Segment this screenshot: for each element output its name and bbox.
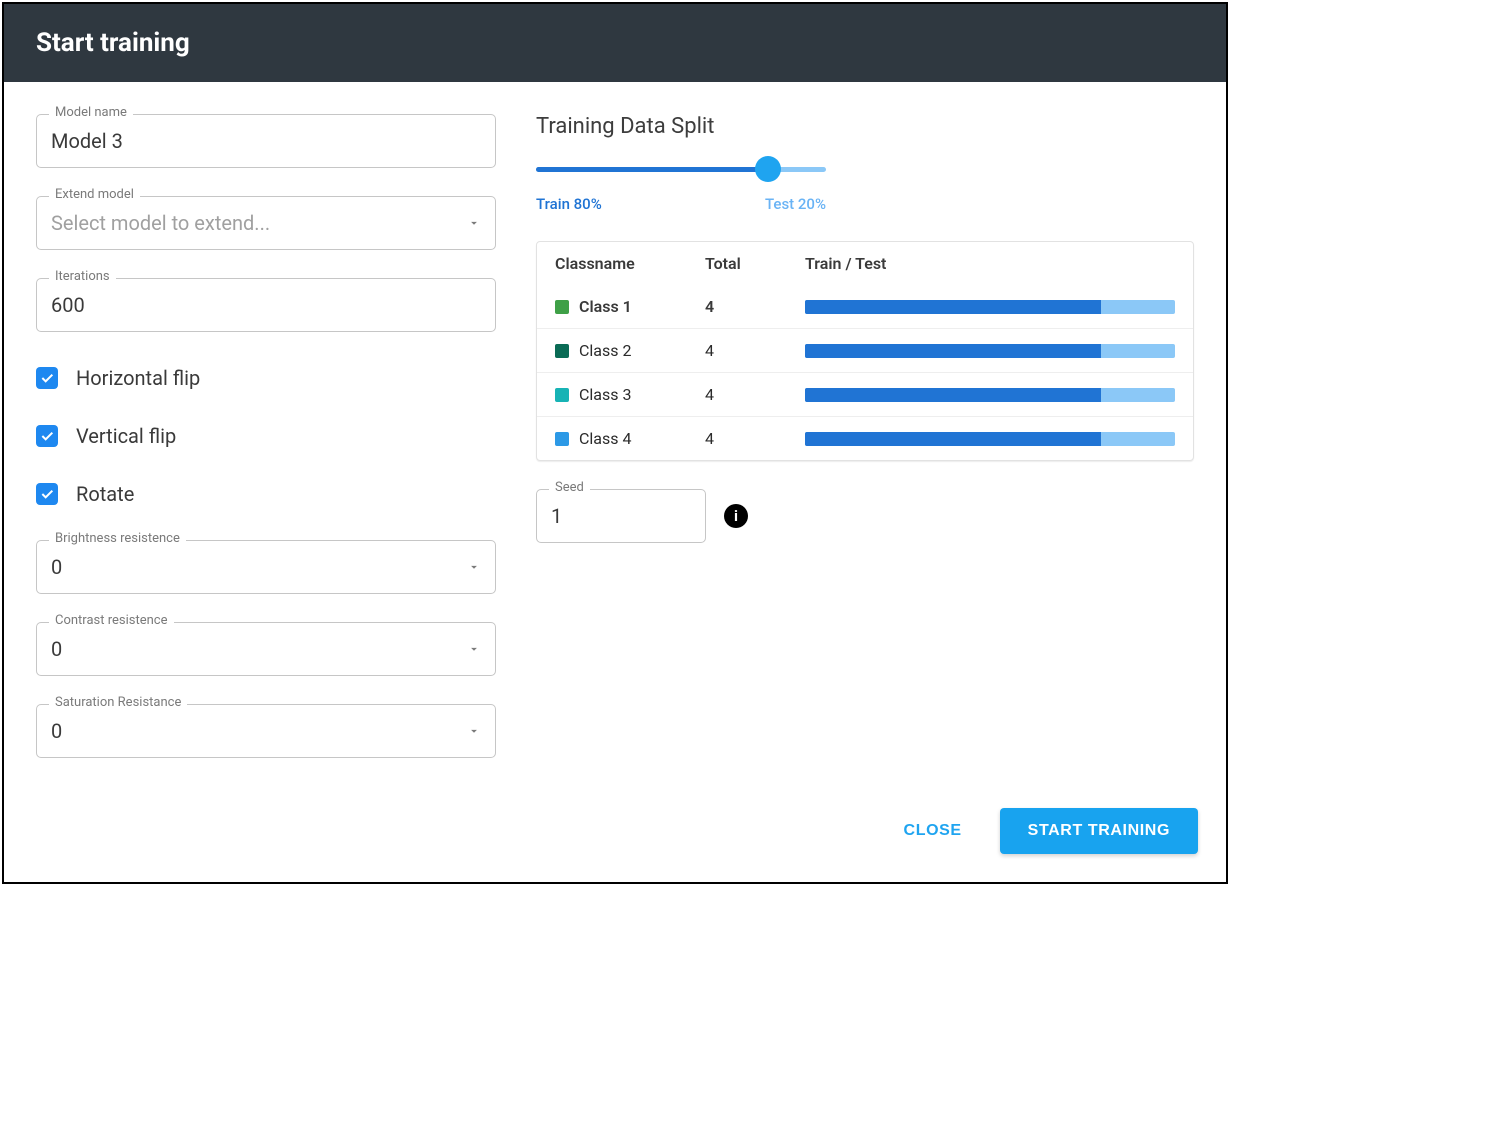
checkbox-checked-icon xyxy=(36,425,58,447)
slider-thumb-icon[interactable] xyxy=(755,156,781,182)
chevron-down-icon xyxy=(467,637,481,661)
train-test-bar xyxy=(805,300,1175,314)
horizontal-flip-label: Horizontal flip xyxy=(76,366,200,390)
class-color-swatch xyxy=(555,344,569,358)
table-header-row: Classname Total Train / Test xyxy=(537,242,1193,285)
split-title: Training Data Split xyxy=(536,114,1194,139)
horizontal-flip-checkbox[interactable]: Horizontal flip xyxy=(36,366,496,390)
class-name-label: Class 3 xyxy=(579,385,631,404)
train-percent-label: Train 80% xyxy=(536,195,602,213)
saturation-resistance-select[interactable]: Saturation Resistance 0 xyxy=(36,704,496,758)
seed-label: Seed xyxy=(549,480,590,495)
iterations-label: Iterations xyxy=(49,269,116,284)
table-row: Class 3 4 xyxy=(537,372,1193,416)
chevron-down-icon xyxy=(467,719,481,743)
class-name-cell: Class 1 xyxy=(555,297,705,316)
rotate-checkbox[interactable]: Rotate xyxy=(36,482,496,506)
seed-field[interactable]: Seed 1 xyxy=(536,489,706,543)
contrast-label: Contrast resistence xyxy=(49,613,174,628)
class-name-label: Class 1 xyxy=(579,297,632,316)
extend-model-label: Extend model xyxy=(49,187,140,202)
model-name-field[interactable]: Model name Model 3 xyxy=(36,114,496,168)
table-row: Class 2 4 xyxy=(537,328,1193,372)
vertical-flip-checkbox[interactable]: Vertical flip xyxy=(36,424,496,448)
dialog-title: Start training xyxy=(4,4,1226,82)
class-total: 4 xyxy=(705,385,805,404)
class-name-cell: Class 2 xyxy=(555,341,705,360)
vertical-flip-label: Vertical flip xyxy=(76,424,176,448)
class-name-label: Class 2 xyxy=(579,341,631,360)
right-column: Training Data Split Train 80% Test 20% C… xyxy=(536,114,1194,758)
brightness-value: 0 xyxy=(51,555,62,579)
class-total: 4 xyxy=(705,297,805,316)
class-color-swatch xyxy=(555,432,569,446)
left-column: Model name Model 3 Extend model Select m… xyxy=(36,114,496,758)
dialog-footer: CLOSE START TRAINING xyxy=(4,790,1226,882)
extend-model-select[interactable]: Extend model Select model to extend... xyxy=(36,196,496,250)
class-name-cell: Class 3 xyxy=(555,385,705,404)
augmentation-checkboxes: Horizontal flip Vertical flip Rotate xyxy=(36,366,496,506)
seed-row: Seed 1 i xyxy=(536,489,1194,543)
extend-model-placeholder: Select model to extend... xyxy=(51,211,270,235)
train-bar-fill xyxy=(805,344,1101,358)
model-name-value: Model 3 xyxy=(51,129,123,153)
train-test-bar xyxy=(805,344,1175,358)
contrast-resistance-select[interactable]: Contrast resistence 0 xyxy=(36,622,496,676)
start-training-dialog: Start training Model name Model 3 Extend… xyxy=(2,2,1228,884)
model-name-label: Model name xyxy=(49,105,133,120)
col-split: Train / Test xyxy=(805,254,1175,273)
class-name-cell: Class 4 xyxy=(555,429,705,448)
train-bar-fill xyxy=(805,388,1101,402)
resistance-selects: Brightness resistence 0 Contrast resiste… xyxy=(36,540,496,758)
col-total: Total xyxy=(705,254,805,273)
brightness-label: Brightness resistence xyxy=(49,531,186,546)
train-test-bar xyxy=(805,432,1175,446)
start-training-button[interactable]: START TRAINING xyxy=(1000,808,1198,854)
train-bar-fill xyxy=(805,300,1101,314)
class-name-label: Class 4 xyxy=(579,429,631,448)
slider-labels: Train 80% Test 20% xyxy=(536,195,826,213)
checkbox-checked-icon xyxy=(36,367,58,389)
chevron-down-icon xyxy=(467,211,481,235)
brightness-resistance-select[interactable]: Brightness resistence 0 xyxy=(36,540,496,594)
train-bar-fill xyxy=(805,432,1101,446)
train-test-bar xyxy=(805,388,1175,402)
close-button[interactable]: CLOSE xyxy=(884,808,982,854)
saturation-value: 0 xyxy=(51,719,62,743)
contrast-value: 0 xyxy=(51,637,62,661)
class-color-swatch xyxy=(555,300,569,314)
checkbox-checked-icon xyxy=(36,483,58,505)
slider-fill xyxy=(536,167,768,172)
table-row: Class 1 4 xyxy=(537,285,1193,328)
seed-value: 1 xyxy=(551,504,562,528)
class-split-table: Classname Total Train / Test Class 14Cla… xyxy=(536,241,1194,461)
saturation-label: Saturation Resistance xyxy=(49,695,187,710)
test-percent-label: Test 20% xyxy=(765,195,826,213)
iterations-value: 600 xyxy=(51,293,85,317)
class-total: 4 xyxy=(705,429,805,448)
class-total: 4 xyxy=(705,341,805,360)
train-test-slider[interactable] xyxy=(536,157,826,181)
rotate-label: Rotate xyxy=(76,482,134,506)
chevron-down-icon xyxy=(467,555,481,579)
table-row: Class 4 4 xyxy=(537,416,1193,460)
info-icon[interactable]: i xyxy=(724,504,748,528)
dialog-body: Model name Model 3 Extend model Select m… xyxy=(4,82,1226,790)
col-classname: Classname xyxy=(555,254,705,273)
class-color-swatch xyxy=(555,388,569,402)
iterations-field[interactable]: Iterations 600 xyxy=(36,278,496,332)
